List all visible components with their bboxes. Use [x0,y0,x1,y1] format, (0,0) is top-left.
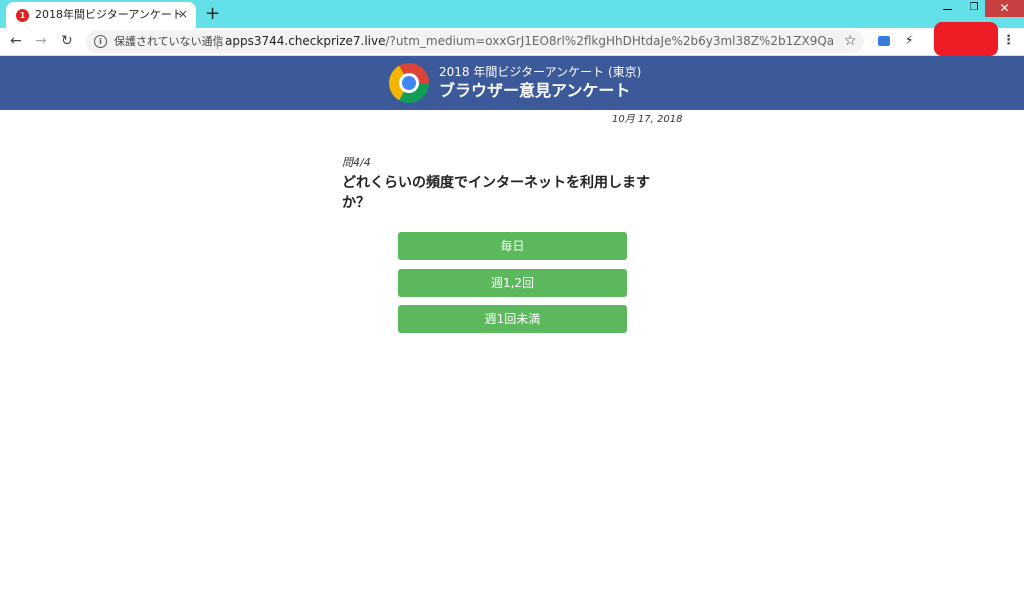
survey-header: 2018 年間ビジターアンケート (東京) ブラウザー意見アンケート [0,56,1024,110]
browser-menu-icon[interactable]: ⋮ [1002,33,1015,49]
chat-extension-icon[interactable] [878,36,890,46]
header-subtitle: 2018 年間ビジターアンケート (東京) [439,65,642,79]
question-text: どれくらいの頻度でインターネットを利用しますか？ [342,175,650,211]
address-divider [217,35,218,49]
restore-window-button[interactable]: ❐ [965,0,983,16]
header-title: ブラウザー意見アンケート [439,81,631,100]
answer-button-daily[interactable]: 毎日 [398,232,627,260]
survey-date: 10月 17, 2018 [612,114,683,125]
redacted-profile-area [934,22,998,56]
notification-favicon-icon: 1 [16,9,29,22]
url-text[interactable]: apps3744.checkprize7.live/?utm_medium=ox… [225,34,835,49]
question-number: 問4/4 [342,156,371,169]
minimize-window-button[interactable] [940,1,956,15]
address-bar[interactable]: i 保護されていない通信 apps3744.checkprize7.live/?… [86,30,864,53]
forward-button[interactable]: → [35,33,47,49]
tab-title: 2018年間ビジターアンケート [35,8,183,21]
chrome-logo-icon [389,63,429,103]
browser-tab[interactable]: 1 2018年間ビジターアンケート × [6,2,196,28]
bookmark-star-icon[interactable]: ☆ [844,33,857,49]
close-window-button[interactable]: ✕ [985,0,1024,17]
new-tab-button[interactable]: + [205,3,220,25]
answer-button-weekly[interactable]: 週1,2回 [398,269,627,297]
info-icon[interactable]: i [94,35,107,48]
lightning-extension-icon[interactable]: ⚡ [905,33,913,47]
browser-toolbar: ← → ↻ i 保護されていない通信 apps3744.checkprize7.… [0,22,1024,56]
url-path: /?utm_medium=oxxGrJ1EO8rl%2flkgHhDHtdaJe… [385,34,836,48]
answer-button-less-than-weekly[interactable]: 週1回未満 [398,305,627,333]
tab-strip: 1 2018年間ビジターアンケート × + ❐ ✕ [0,0,1024,28]
url-host: apps3744.checkprize7.live [225,34,386,48]
back-button[interactable]: ← [10,33,22,49]
security-label: 保護されていない通信 [114,35,224,48]
reload-button[interactable]: ↻ [61,33,73,49]
tab-close-icon[interactable]: × [178,7,188,21]
